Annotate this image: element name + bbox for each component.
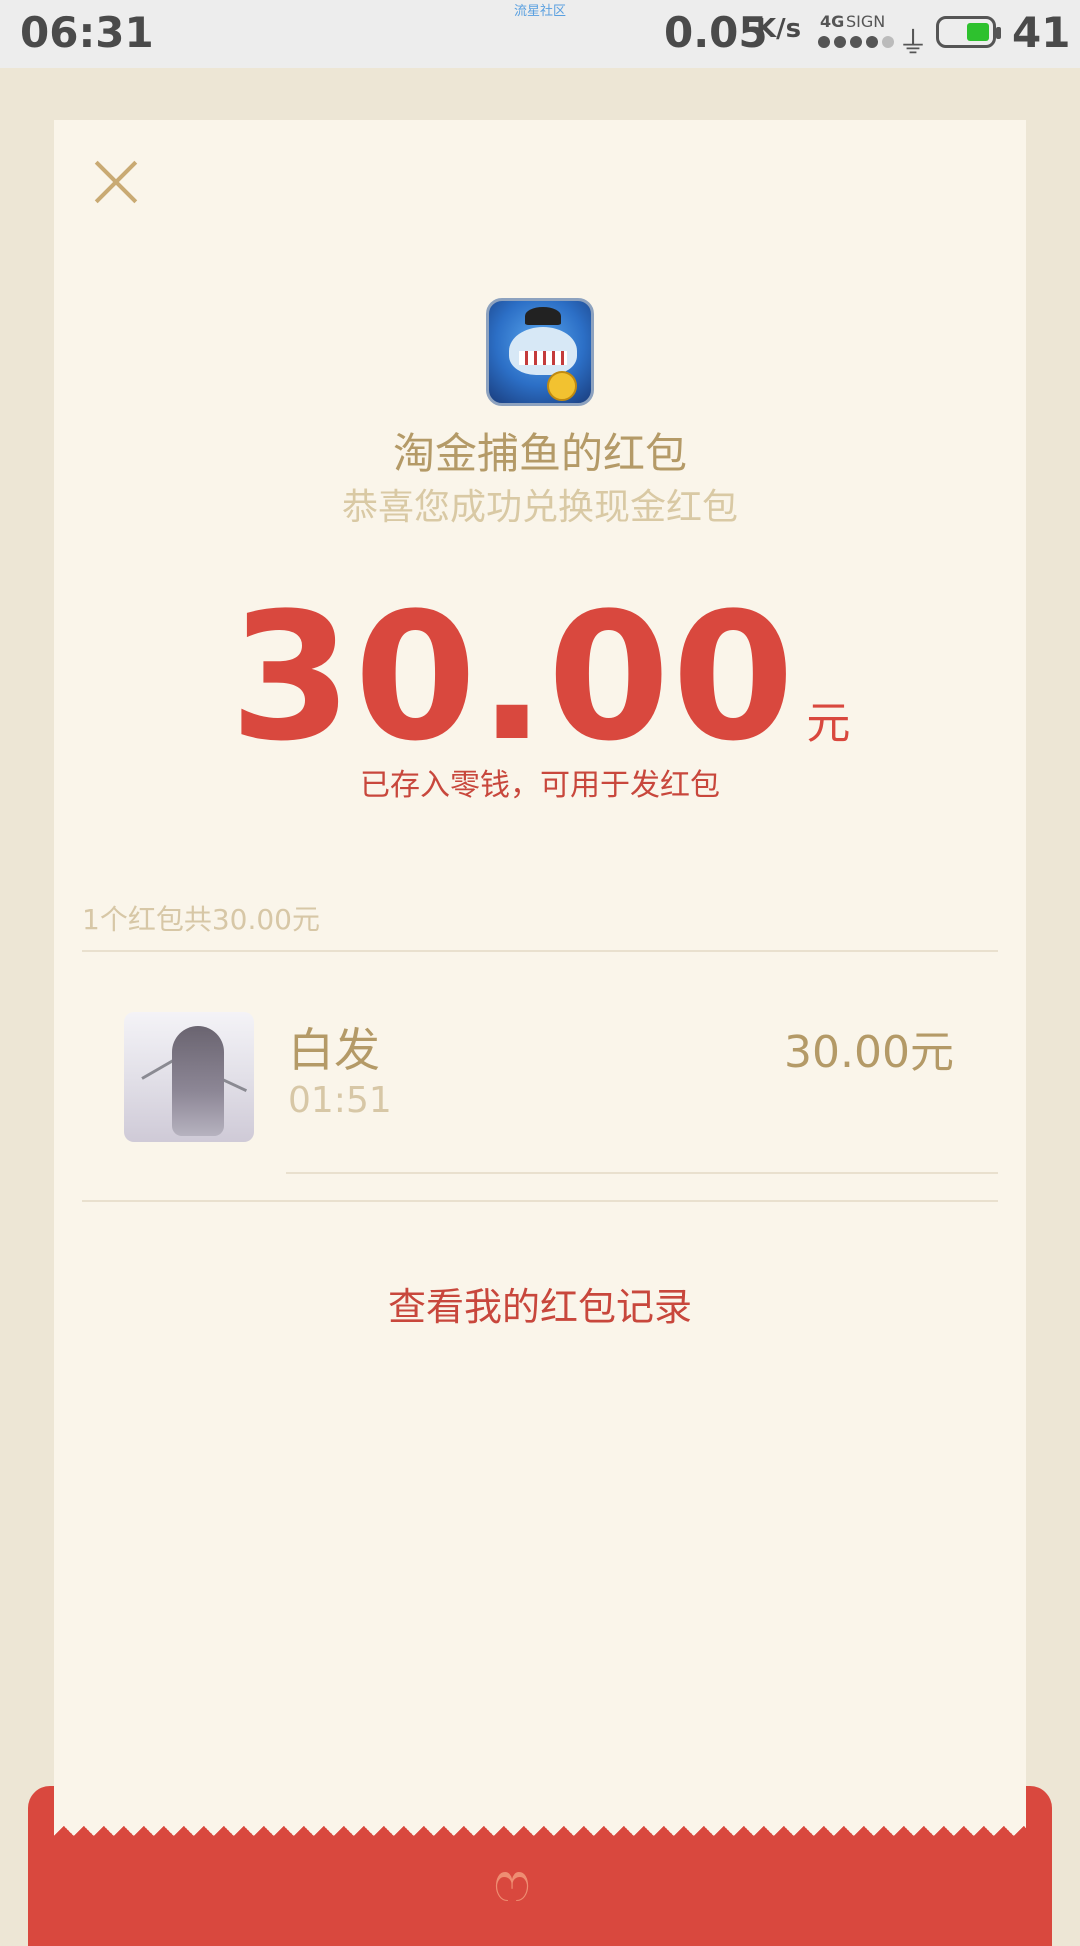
status-bar: 06:31 流星社区 0.05 K/s 4G SIGN ⏚ 41 [0,0,1080,68]
net-speed: 0.05 [664,8,768,57]
fishing-game-app-icon [486,298,594,406]
net-speed-unit: K/s [756,14,802,44]
amount-display: 30.00 元 [0,590,1080,766]
signal-strength-icon [818,36,894,48]
received-time: 01:51 [288,1080,392,1121]
divider [82,950,998,952]
red-envelope-logo-icon: ෆ [493,1851,531,1914]
watermark: 流星社区 [514,4,567,19]
amount-value: 30.00 [229,575,797,780]
divider [286,1172,998,1174]
view-records-link[interactable]: 查看我的红包记录 [0,1276,1080,1331]
received-amount: 30.00元 [784,1027,954,1078]
amount-unit: 元 [806,698,851,749]
recipient-name: 白发 [288,1023,380,1077]
status-time: 06:31 [20,8,154,57]
close-icon[interactable] [94,160,138,204]
avatar [124,1012,254,1142]
card-zigzag-edge [54,1826,1026,1840]
packet-summary: 1个红包共30.00元 [82,903,320,936]
battery-icon [936,16,1001,48]
battery-level: 41 [1012,8,1071,57]
sender-title: 淘金捕鱼的红包 [392,429,687,478]
network-type: 4G [820,12,845,31]
divider [82,1200,998,1202]
charging-plug-icon: ⏚ [898,26,928,61]
stored-to-wallet-note: 已存入零钱，可用于发红包 [360,768,720,803]
congrats-subtitle: 恭喜您成功兑换现金红包 [341,487,738,528]
sign-label: SIGN [846,12,886,31]
